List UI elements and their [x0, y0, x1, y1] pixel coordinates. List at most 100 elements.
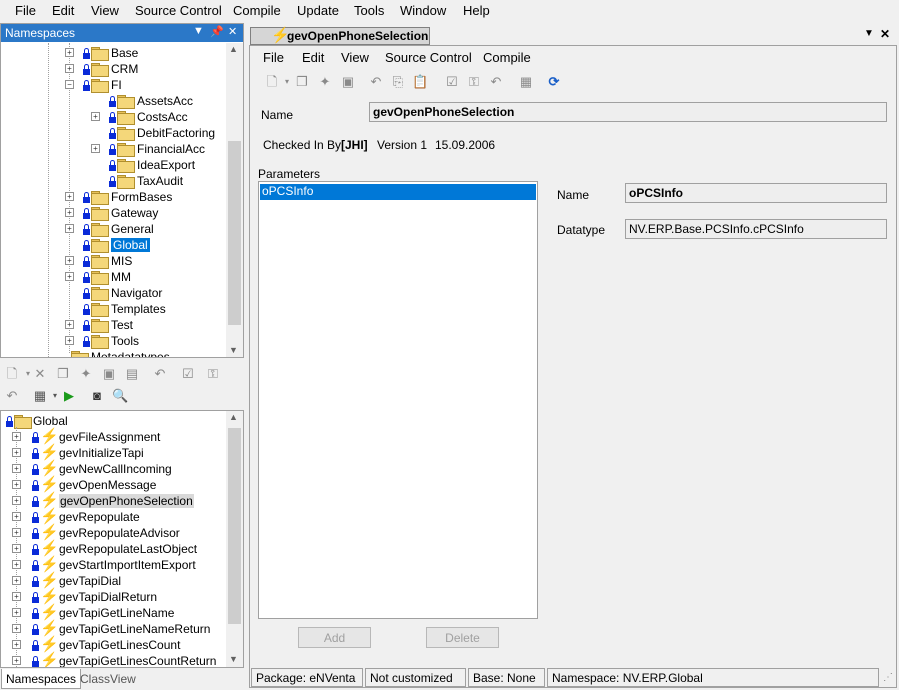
doc-menu-edit[interactable]: Edit: [302, 50, 324, 65]
global-item[interactable]: + ⚡ gevRepopulate: [1, 509, 226, 525]
expand-icon[interactable]: +: [12, 528, 21, 537]
namespace-tree-item[interactable]: IdeaExport: [1, 157, 226, 173]
expand-icon[interactable]: +: [65, 48, 74, 57]
namespace-tree-item[interactable]: Metadatatypes: [1, 349, 226, 357]
namespace-tree-item[interactable]: + Gateway: [1, 205, 226, 221]
menu-source-control[interactable]: Source Control: [135, 3, 222, 18]
revert-icon[interactable]: ↶: [4, 388, 20, 404]
close-icon[interactable]: ✕: [228, 25, 237, 38]
puzzle-icon[interactable]: ✦: [78, 366, 94, 382]
global-item[interactable]: + ⚡ gevTapiDialReturn: [1, 589, 226, 605]
global-item[interactable]: + ⚡ gevTapiGetLinesCountReturn: [1, 653, 226, 667]
scroll-thumb[interactable]: [228, 428, 241, 624]
doc-menu-view[interactable]: View: [341, 50, 369, 65]
collapse-icon[interactable]: −: [65, 80, 74, 89]
menu-edit[interactable]: Edit: [52, 3, 74, 18]
search-icon[interactable]: 🔍: [112, 388, 128, 404]
document-tab[interactable]: ⚡ gevOpenPhoneSelection: [250, 27, 430, 45]
doc-new-dropdown-icon[interactable]: ▾: [279, 74, 295, 90]
menu-help[interactable]: Help: [463, 3, 490, 18]
namespace-tree-item[interactable]: + Test: [1, 317, 226, 333]
expand-icon[interactable]: +: [65, 192, 74, 201]
menu-view[interactable]: View: [91, 3, 119, 18]
expand-icon[interactable]: +: [12, 448, 21, 457]
save-icon[interactable]: ▣: [101, 366, 117, 382]
namespace-tree-item[interactable]: AssetsAcc: [1, 93, 226, 109]
namespace-tree-item[interactable]: + CostsAcc: [1, 109, 226, 125]
doc-undo-icon[interactable]: ↶: [368, 74, 384, 90]
namespace-tree-item[interactable]: DebitFactoring: [1, 125, 226, 141]
namespace-tree-item[interactable]: + Base: [1, 45, 226, 61]
global-item[interactable]: + ⚡ gevFileAssignment: [1, 429, 226, 445]
scroll-thumb[interactable]: [228, 141, 241, 325]
global-item[interactable]: + ⚡ gevInitializeTapi: [1, 445, 226, 461]
expand-icon[interactable]: +: [12, 496, 21, 505]
expand-icon[interactable]: +: [12, 432, 21, 441]
expand-icon[interactable]: +: [65, 64, 74, 73]
save-all-icon[interactable]: ▤: [124, 366, 140, 382]
expand-icon[interactable]: +: [12, 640, 21, 649]
namespace-tree-item[interactable]: + Tools: [1, 333, 226, 349]
add-button[interactable]: Add: [298, 627, 371, 648]
expand-icon[interactable]: +: [12, 464, 21, 473]
expand-icon[interactable]: +: [12, 576, 21, 585]
menu-window[interactable]: Window: [400, 3, 446, 18]
namespace-tree-scrollbar[interactable]: ▲ ▼: [226, 43, 243, 357]
namespace-tree-item[interactable]: + FinancialAcc: [1, 141, 226, 157]
close-document-icon[interactable]: ✕: [880, 27, 890, 41]
pin-icon[interactable]: 📌: [210, 25, 224, 38]
resize-grip-icon[interactable]: ⋰: [883, 672, 893, 683]
expand-icon[interactable]: +: [65, 336, 74, 345]
namespace-tree-item[interactable]: TaxAudit: [1, 173, 226, 189]
expand-icon[interactable]: +: [65, 256, 74, 265]
namespace-tree-item[interactable]: + MM: [1, 269, 226, 285]
parameter-item[interactable]: oPCSInfo: [260, 184, 536, 200]
global-item[interactable]: + ⚡ gevRepopulateAdvisor: [1, 525, 226, 541]
global-item[interactable]: + ⚡ gevTapiGetLineName: [1, 605, 226, 621]
datatype-field[interactable]: NV.ERP.Base.PCSInfo.cPCSInfo: [625, 219, 887, 239]
global-root-item[interactable]: Global: [1, 413, 226, 429]
doc-menu-compile[interactable]: Compile: [483, 50, 531, 65]
global-item[interactable]: + ⚡ gevOpenMessage: [1, 477, 226, 493]
expand-icon[interactable]: +: [91, 112, 100, 121]
expand-icon[interactable]: +: [12, 480, 21, 489]
namespace-tree-item[interactable]: + CRM: [1, 61, 226, 77]
global-item[interactable]: + ⚡ gevRepopulateLastObject: [1, 541, 226, 557]
delete-icon[interactable]: ✕: [32, 366, 48, 382]
expand-icon[interactable]: +: [12, 608, 21, 617]
copy-icon[interactable]: ❐: [55, 366, 71, 382]
expand-icon[interactable]: +: [65, 208, 74, 217]
menu-update[interactable]: Update: [297, 3, 339, 18]
namespace-tree-item[interactable]: Global: [1, 237, 226, 253]
expand-icon[interactable]: +: [12, 560, 21, 569]
doc-menu-file[interactable]: File: [263, 50, 284, 65]
calendar-icon[interactable]: ▦: [32, 388, 48, 404]
tab-dropdown-icon[interactable]: ▼: [864, 28, 874, 39]
delete-button[interactable]: Delete: [426, 627, 499, 648]
scroll-down-icon[interactable]: ▼: [229, 345, 238, 355]
global-item[interactable]: + ⚡ gevOpenPhoneSelection: [1, 493, 226, 509]
doc-copy2-icon[interactable]: ⎘: [390, 74, 406, 90]
doc-paste-icon[interactable]: 📋: [412, 74, 428, 90]
undo-icon[interactable]: ↶: [152, 366, 168, 382]
param-name-field[interactable]: oPCSInfo: [625, 183, 887, 203]
doc-checkin-icon[interactable]: ☑: [444, 74, 460, 90]
parameters-list[interactable]: oPCSInfo: [258, 181, 538, 619]
expand-icon[interactable]: +: [12, 624, 21, 633]
global-item[interactable]: + ⚡ gevTapiDial: [1, 573, 226, 589]
expand-icon[interactable]: +: [12, 592, 21, 601]
doc-checkout-icon[interactable]: ⚿: [466, 74, 482, 90]
run-icon[interactable]: ▶: [61, 388, 77, 404]
scroll-down-icon[interactable]: ▼: [229, 654, 238, 664]
scroll-up-icon[interactable]: ▲: [229, 412, 238, 422]
tab-classview[interactable]: ClassView: [76, 669, 140, 689]
expand-icon[interactable]: +: [65, 272, 74, 281]
name-field[interactable]: gevOpenPhoneSelection: [369, 102, 887, 122]
namespace-tree-item[interactable]: + MIS: [1, 253, 226, 269]
expand-icon[interactable]: +: [65, 224, 74, 233]
doc-refresh-icon[interactable]: ⟳: [546, 74, 562, 90]
menu-tools[interactable]: Tools: [354, 3, 384, 18]
screenshot-icon[interactable]: ◙: [89, 388, 105, 404]
doc-copy-icon[interactable]: ❐: [294, 74, 310, 90]
doc-puzzle-icon[interactable]: ✦: [317, 74, 333, 90]
